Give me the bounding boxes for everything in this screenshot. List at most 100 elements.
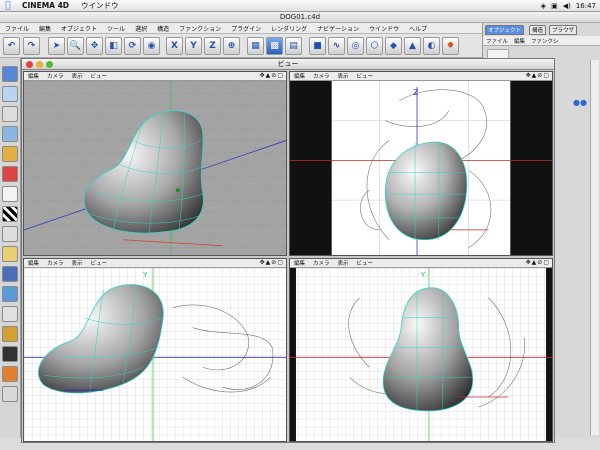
menu-edit[interactable]: 編集 — [34, 24, 56, 33]
texture-mode-icon[interactable] — [2, 166, 18, 182]
viewport-nav-icons[interactable]: ✥▲⊘▢ — [526, 259, 550, 266]
cube-primitive-icon[interactable]: ■ — [309, 37, 326, 55]
viewport-nav-icons[interactable]: ✥▲⊘▢ — [526, 72, 550, 79]
menu-function[interactable]: ファンクション — [174, 24, 226, 33]
object-mode-icon[interactable] — [2, 86, 18, 102]
vp-menu-view[interactable]: ビュー — [87, 259, 112, 267]
coord-system-icon[interactable]: ⊕ — [223, 37, 240, 55]
scale-icon[interactable]: ◧ — [105, 37, 122, 55]
viewport-nav-icons[interactable]: ✥▲⊘▢ — [260, 259, 284, 266]
panel-scrollbar[interactable] — [590, 60, 599, 435]
axis-z-button[interactable]: Z — [204, 37, 221, 55]
om-menu-function[interactable]: ファンクシ — [528, 37, 562, 45]
viewport-nav-icons[interactable]: ✥▲⊘▢ — [260, 72, 284, 79]
menu-window[interactable]: ウインドウ — [75, 0, 125, 11]
menu-window[interactable]: ウインドウ — [364, 24, 404, 33]
nurbs-icon[interactable]: ◎ — [347, 37, 364, 55]
edge-mode-icon[interactable] — [2, 126, 18, 142]
om-menu-edit[interactable]: 編集 — [511, 37, 528, 45]
render-manager-icon[interactable]: ▤ — [285, 37, 302, 55]
menu-file[interactable]: ファイル — [0, 24, 34, 33]
vp-menu-edit[interactable]: 編集 — [24, 259, 43, 267]
vp-menu-camera[interactable]: カメラ — [43, 72, 68, 80]
vp-menu-edit[interactable]: 編集 — [290, 72, 309, 80]
viewport-perspective[interactable]: 編集 カメラ 表示 ビュー ✥▲⊘▢ — [23, 71, 287, 256]
close-icon[interactable] — [26, 61, 33, 68]
knife-icon[interactable] — [2, 286, 18, 302]
axis-x-button[interactable]: X — [166, 37, 183, 55]
bluetooth-icon[interactable]: ◈ — [541, 2, 546, 10]
scene-icon[interactable]: ▲ — [404, 37, 421, 55]
inverse-kinematics-icon[interactable] — [2, 246, 18, 262]
viewport-menu: 編集 カメラ 表示 ビュー ✥▲⊘▢ — [290, 259, 552, 268]
undo-icon[interactable]: ↶ — [3, 37, 20, 55]
select-pointer-icon[interactable]: ➤ — [48, 37, 65, 55]
magnet-icon[interactable] — [2, 266, 18, 282]
minimize-icon[interactable] — [36, 61, 43, 68]
move-icon[interactable]: ✥ — [86, 37, 103, 55]
menu-render[interactable]: レンダリング — [266, 24, 312, 33]
viewport-side[interactable]: 編集 カメラ 表示 ビュー ✥▲⊘▢ Y — [23, 258, 287, 442]
light-icon[interactable]: ✹ — [442, 37, 459, 55]
side-axis-label: Y — [142, 271, 148, 279]
camera-icon[interactable]: ◐ — [423, 37, 440, 55]
clock[interactable]: 16:47 — [576, 2, 596, 10]
om-menu-file[interactable]: ファイル — [483, 37, 511, 45]
vp-menu-edit[interactable]: 編集 — [290, 259, 309, 267]
viewport-back[interactable]: 編集 カメラ 表示 ビュー ✥▲⊘▢ Y — [289, 258, 553, 442]
vp-menu-view[interactable]: ビュー — [87, 72, 112, 80]
viewport-front[interactable]: 編集 カメラ 表示 ビュー ✥▲⊘▢ Z — [289, 71, 553, 256]
axis-y-button[interactable]: Y — [185, 37, 202, 55]
vp-menu-display[interactable]: 表示 — [68, 259, 87, 267]
vp-menu-edit[interactable]: 編集 — [24, 72, 43, 80]
menu-app[interactable]: CINEMA 4D — [16, 1, 75, 10]
animation-mode-icon[interactable] — [2, 226, 18, 242]
timeline-icon[interactable] — [2, 386, 18, 402]
volume-icon[interactable]: ◀) — [563, 2, 571, 10]
redo-icon[interactable]: ↷ — [23, 37, 40, 55]
axis-mode-icon[interactable] — [2, 186, 18, 202]
tab-objects[interactable]: オブジェクト — [485, 25, 525, 35]
display-icon[interactable]: ▣ — [551, 2, 558, 10]
toolbar: ↶ ↷ ➤ 🔍 ✥ ◧ ⟳ ◉ X Y Z ⊕ ▦ ▩ ▤ ■ ∿ ◎ ⬡ ◆ … — [0, 34, 482, 58]
tab-structure[interactable]: 構造 — [529, 25, 547, 35]
material-icon[interactable] — [2, 366, 18, 382]
menu-select[interactable]: 選択 — [130, 24, 152, 33]
vp-menu-display[interactable]: 表示 — [334, 259, 353, 267]
vp-menu-display[interactable]: 表示 — [334, 72, 353, 80]
array-icon[interactable]: ⬡ — [366, 37, 383, 55]
render-region-icon[interactable]: ▩ — [266, 37, 283, 55]
polygon-mode-icon[interactable] — [2, 146, 18, 162]
front-canvas: Z — [290, 81, 552, 255]
menu-object[interactable]: オブジェクト — [56, 24, 102, 33]
object-icon[interactable]: ●● — [573, 98, 587, 107]
recent-tool-icon[interactable]: ◉ — [143, 37, 160, 55]
vp-menu-camera[interactable]: カメラ — [309, 72, 334, 80]
apple-icon[interactable]:  — [0, 1, 16, 11]
bridge-icon[interactable] — [2, 326, 18, 342]
checker-icon[interactable] — [2, 206, 18, 222]
menu-help[interactable]: ヘルプ — [404, 24, 432, 33]
menu-structure[interactable]: 構造 — [152, 24, 174, 33]
spline-icon[interactable]: ∿ — [328, 37, 345, 55]
front-axis-label: Z — [413, 88, 419, 97]
zoom-icon[interactable]: 🔍 — [67, 37, 84, 55]
menu-plugins[interactable]: プラグイン — [226, 24, 266, 33]
vp-menu-camera[interactable]: カメラ — [309, 259, 334, 267]
menu-tools[interactable]: ツール — [102, 24, 130, 33]
tab-browser[interactable]: ブラウザ — [549, 25, 578, 35]
view-window-label: ビュー — [277, 60, 299, 68]
menu-navigation[interactable]: ナビゲーション — [312, 24, 364, 33]
paint-icon[interactable] — [2, 306, 18, 322]
render-settings-icon[interactable] — [2, 346, 18, 362]
model-mode-icon[interactable] — [2, 66, 18, 82]
vp-menu-view[interactable]: ビュー — [353, 72, 378, 80]
deformer-icon[interactable]: ◆ — [385, 37, 402, 55]
render-view-icon[interactable]: ▦ — [247, 37, 264, 55]
vp-menu-camera[interactable]: カメラ — [43, 259, 68, 267]
vp-menu-view[interactable]: ビュー — [353, 259, 378, 267]
rotate-icon[interactable]: ⟳ — [124, 37, 141, 55]
vp-menu-display[interactable]: 表示 — [68, 72, 87, 80]
point-mode-icon[interactable] — [2, 106, 18, 122]
zoom-window-icon[interactable] — [46, 61, 53, 68]
